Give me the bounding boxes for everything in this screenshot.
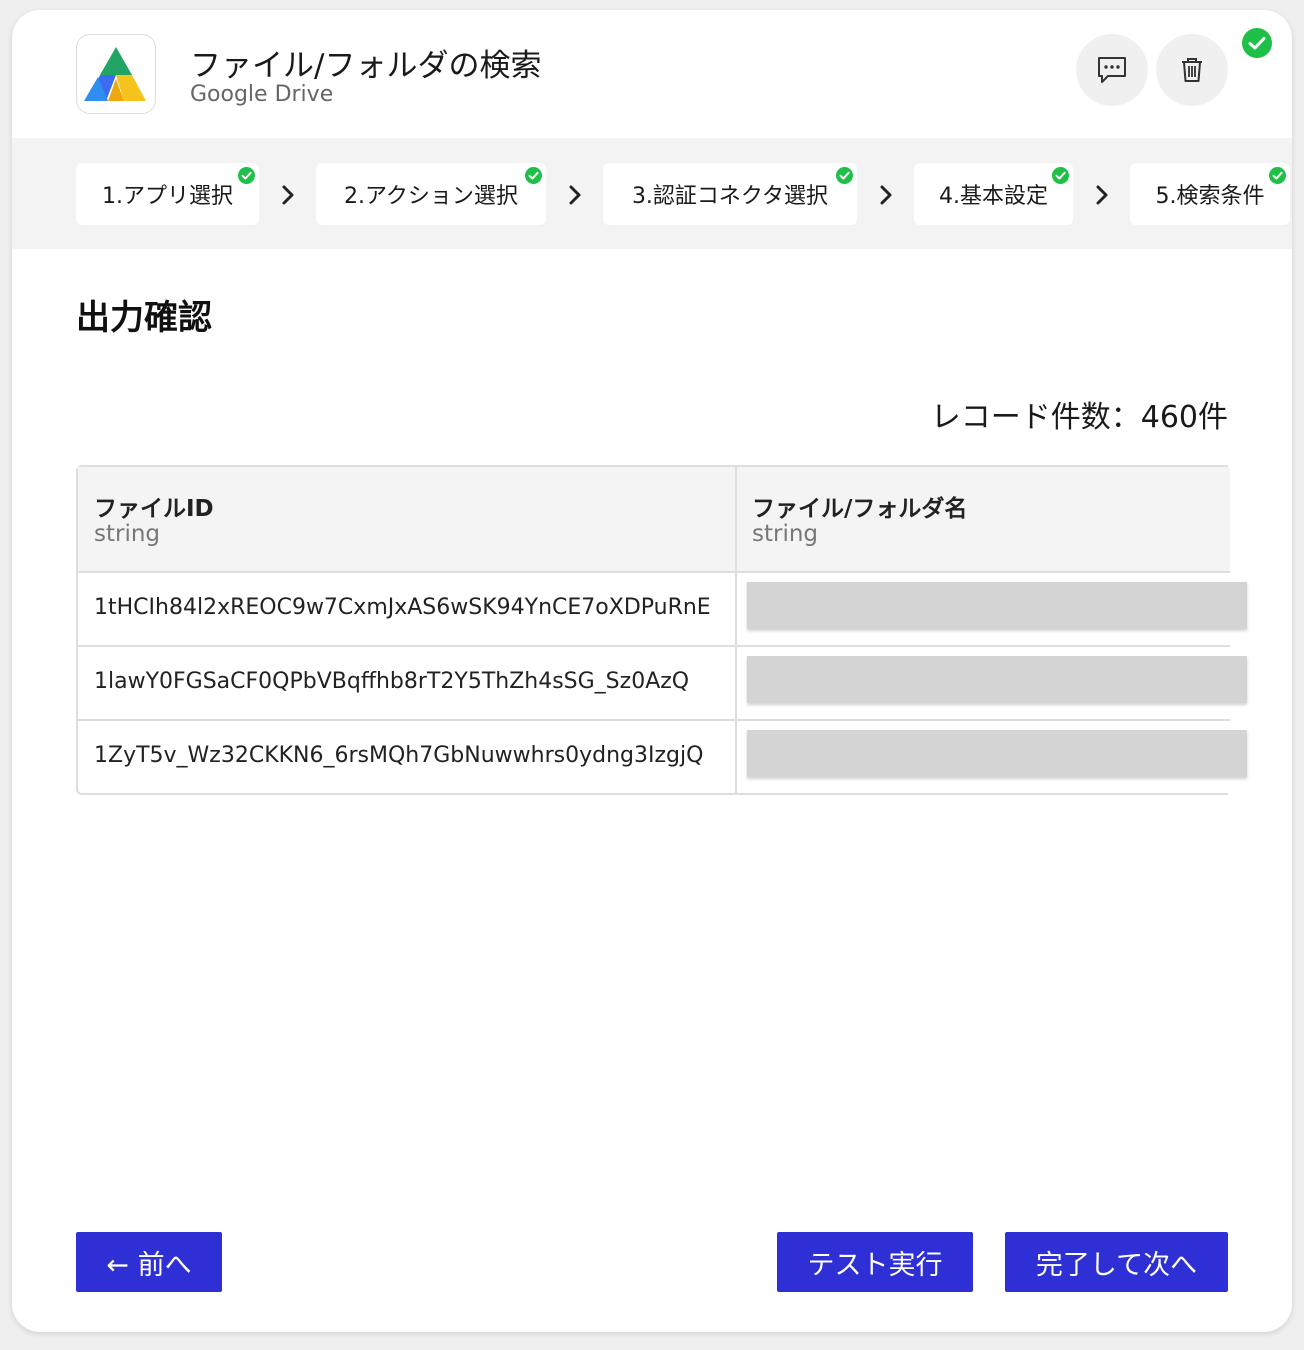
page-title: ファイル/フォルダの検索 bbox=[190, 48, 542, 84]
file-id-cell: 1lawY0FGSaCF0QPbVBqffhb8rT2Y5ThZh4sSG_Sz… bbox=[94, 669, 690, 694]
column-type: string bbox=[94, 521, 161, 547]
column-header-file-name: ファイル/フォルダ名 bbox=[752, 496, 968, 522]
check-circle-icon bbox=[238, 167, 255, 184]
step-search-conditions[interactable]: 5.検索条件 bbox=[1130, 163, 1290, 225]
chevron-right-icon bbox=[282, 185, 294, 205]
step-navigation: 1.アプリ選択 2.アクション選択 3.認証コネクタ選択 4.基本設定 5.検索… bbox=[12, 138, 1292, 249]
chevron-right-icon bbox=[880, 185, 892, 205]
table-row: 1tHCIh84l2xREOC9w7CxmJxAS6wSK94YnCE7oXDP… bbox=[78, 573, 1247, 647]
step-connector-select[interactable]: 3.認証コネクタ選択 bbox=[603, 163, 857, 225]
previous-button[interactable]: ← 前へ bbox=[76, 1232, 222, 1292]
step-label: 5.検索条件 bbox=[1155, 184, 1265, 209]
file-id-cell: 1tHCIh84l2xREOC9w7CxmJxAS6wSK94YnCE7oXDP… bbox=[94, 595, 711, 620]
comment-button[interactable] bbox=[1076, 34, 1148, 106]
step-basic-settings[interactable]: 4.基本設定 bbox=[914, 163, 1073, 225]
step-label: 4.基本設定 bbox=[939, 184, 1048, 209]
test-run-button[interactable]: テスト実行 bbox=[777, 1232, 973, 1292]
check-circle-icon bbox=[525, 167, 542, 184]
check-circle-icon bbox=[1269, 167, 1286, 184]
chevron-right-icon bbox=[569, 185, 581, 205]
step-action-select[interactable]: 2.アクション選択 bbox=[316, 163, 546, 225]
check-circle-icon bbox=[1242, 28, 1272, 58]
check-circle-icon bbox=[836, 167, 853, 184]
step-label: 2.アクション選択 bbox=[344, 184, 518, 209]
complete-next-button[interactable]: 完了して次へ bbox=[1005, 1232, 1228, 1292]
google-drive-logo-icon bbox=[76, 34, 156, 114]
chevron-right-icon bbox=[1096, 185, 1108, 205]
dialog-card: ファイル/フォルダの検索 Google Drive 1.アプリ選択 2.アクショ… bbox=[12, 10, 1292, 1332]
step-app-select[interactable]: 1.アプリ選択 bbox=[76, 163, 259, 225]
comment-icon bbox=[1098, 57, 1126, 83]
table-row: 1ZyT5v_Wz32CKKN6_6rsMQh7GbNuwwhrs0ydng3I… bbox=[78, 721, 1247, 795]
output-table: ファイルID string ファイル/フォルダ名 string 1tHCIh84… bbox=[76, 465, 1247, 795]
column-header-file-id: ファイルID bbox=[94, 496, 214, 522]
masked-cell bbox=[747, 656, 1247, 703]
record-count: レコード件数：460件 bbox=[930, 400, 1228, 435]
step-label: 1.アプリ選択 bbox=[102, 184, 233, 209]
section-title: 出力確認 bbox=[76, 298, 212, 338]
step-label: 3.認証コネクタ選択 bbox=[631, 184, 829, 209]
column-divider bbox=[735, 467, 737, 793]
delete-button[interactable] bbox=[1156, 34, 1228, 106]
table-header: ファイルID string ファイル/フォルダ名 string bbox=[78, 467, 1230, 573]
trash-icon bbox=[1182, 58, 1202, 82]
app-name: Google Drive bbox=[190, 82, 334, 107]
masked-cell bbox=[747, 730, 1247, 777]
check-circle-icon bbox=[1052, 167, 1069, 184]
file-id-cell: 1ZyT5v_Wz32CKKN6_6rsMQh7GbNuwwhrs0ydng3I… bbox=[94, 743, 704, 768]
column-type: string bbox=[752, 521, 819, 547]
table-row: 1lawY0FGSaCF0QPbVBqffhb8rT2Y5ThZh4sSG_Sz… bbox=[78, 647, 1247, 721]
masked-cell bbox=[747, 582, 1247, 629]
